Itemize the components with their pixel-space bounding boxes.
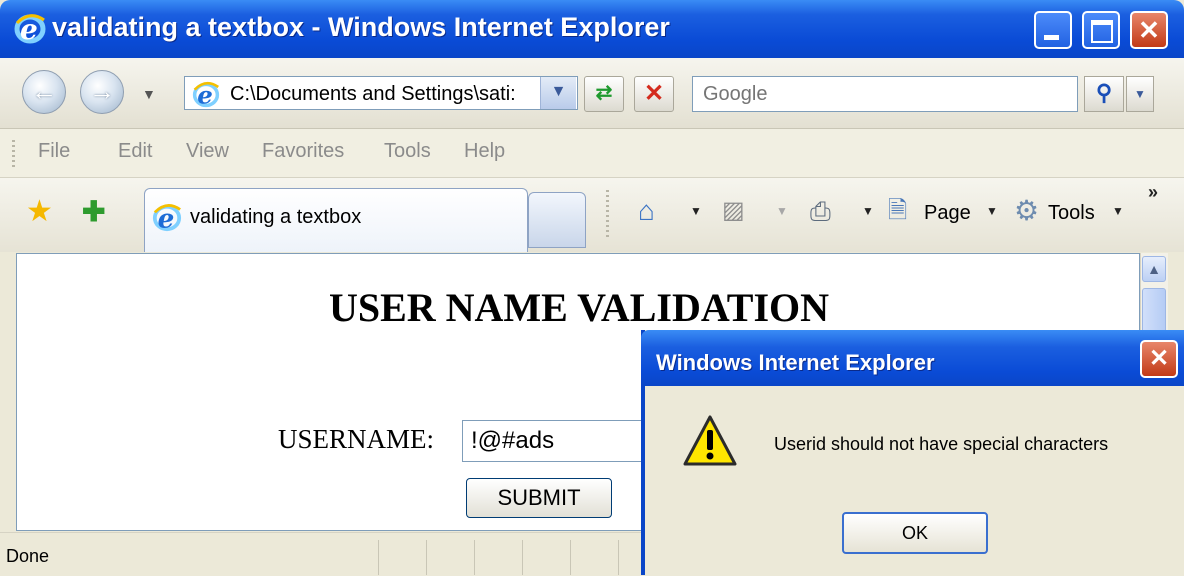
dialog-title: Windows Internet Explorer: [656, 350, 935, 375]
tools-gear-icon[interactable]: ⚙: [1014, 196, 1039, 226]
maximize-button[interactable]: [1082, 11, 1120, 49]
tools-menu-label[interactable]: Tools: [1048, 202, 1095, 225]
status-divider: [474, 540, 475, 575]
menu-edit[interactable]: Edit: [118, 140, 152, 163]
page-heading: USER NAME VALIDATION: [328, 285, 830, 330]
address-text[interactable]: C:\Documents and Settings\sati:: [230, 83, 536, 106]
window-title: validating a textbox - Windows Internet …: [52, 12, 670, 42]
warning-icon: [682, 414, 738, 475]
submit-button[interactable]: SUBMIT: [466, 478, 612, 518]
page-icon[interactable]: 🗎: [888, 196, 907, 226]
search-input[interactable]: [692, 76, 1078, 112]
ie-logo-icon: e: [14, 12, 46, 49]
username-input[interactable]: [462, 420, 662, 462]
menu-file[interactable]: File: [38, 140, 70, 163]
username-label: USERNAME:: [278, 424, 435, 454]
status-text: Done: [6, 546, 50, 566]
scroll-up-button[interactable]: ▲: [1142, 256, 1166, 282]
page-menu-label[interactable]: Page: [924, 202, 971, 225]
menu-view[interactable]: View: [186, 140, 229, 163]
dialog-close-button[interactable]: ✕: [1140, 340, 1178, 378]
stop-button[interactable]: ✕: [634, 76, 674, 112]
close-window-button[interactable]: [1130, 11, 1168, 49]
menu-bar: [0, 129, 1184, 178]
menu-help[interactable]: Help: [464, 140, 505, 163]
home-dropdown[interactable]: ▼: [690, 204, 702, 218]
page-dropdown[interactable]: ▼: [986, 204, 998, 218]
status-divider: [618, 540, 619, 575]
toolbar-separator: [606, 190, 609, 238]
home-icon[interactable]: ⌂: [638, 196, 655, 226]
new-tab-button[interactable]: [528, 192, 586, 248]
status-divider: [570, 540, 571, 575]
forward-button[interactable]: →: [80, 70, 124, 114]
ok-button[interactable]: OK: [842, 512, 988, 554]
print-icon[interactable]: ⎙: [810, 196, 831, 226]
search-icon: ⚲: [1095, 80, 1113, 105]
add-favorites-icon[interactable]: ✚: [82, 196, 105, 228]
search-options-dropdown[interactable]: ▼: [1126, 76, 1154, 112]
refresh-icon: ⇄: [595, 82, 613, 104]
minimize-button[interactable]: [1034, 11, 1072, 49]
menu-favorites[interactable]: Favorites: [262, 140, 344, 163]
address-dropdown-button[interactable]: ▼: [540, 77, 576, 109]
menu-tools[interactable]: Tools: [384, 140, 431, 163]
search-button[interactable]: ⚲: [1084, 76, 1124, 112]
back-arrow-icon: ←: [31, 76, 57, 106]
page-ie-icon: e: [192, 80, 220, 113]
print-dropdown[interactable]: ▼: [862, 204, 874, 218]
tab-ie-icon: e: [152, 202, 182, 237]
tab-label: validating a textbox: [190, 206, 362, 228]
forward-arrow-icon: →: [89, 76, 115, 106]
tools-dropdown[interactable]: ▼: [1112, 204, 1124, 218]
favorites-star-icon[interactable]: ★: [26, 196, 53, 228]
feeds-icon[interactable]: ▨: [722, 196, 745, 226]
stop-icon: ✕: [643, 80, 665, 107]
status-divider: [378, 540, 379, 575]
dialog-message: Userid should not have special character…: [774, 434, 1109, 454]
status-divider: [522, 540, 523, 575]
toolbar-overflow-chevron[interactable]: »: [1148, 182, 1158, 203]
recent-pages-dropdown[interactable]: ▼: [142, 86, 156, 102]
menu-grip[interactable]: [12, 140, 15, 168]
refresh-button[interactable]: ⇄: [584, 76, 624, 112]
back-button[interactable]: ←: [22, 70, 66, 114]
status-divider: [426, 540, 427, 575]
feeds-dropdown: ▼: [776, 204, 788, 218]
